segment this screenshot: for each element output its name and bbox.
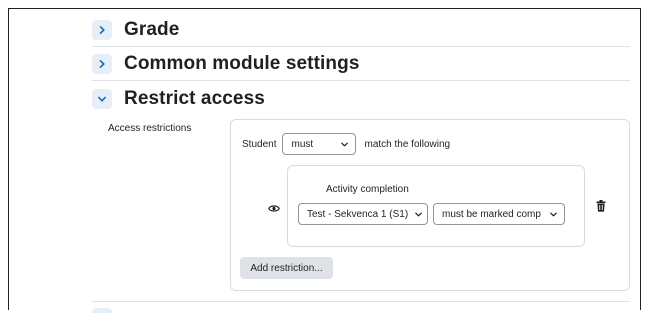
add-restriction-button[interactable]: Add restriction... <box>240 257 333 279</box>
chevron-right-icon[interactable] <box>92 308 112 313</box>
trash-icon[interactable] <box>596 199 606 217</box>
completion-state-select[interactable]: must be marked comp <box>433 203 565 225</box>
completion-state-value: must be marked comp <box>442 208 541 220</box>
section-title-common[interactable]: Common module settings <box>124 53 360 75</box>
section-title-grade[interactable]: Grade <box>124 19 179 41</box>
section-divider <box>92 301 630 302</box>
match-following-text: match the following <box>364 138 451 150</box>
chevron-down-icon <box>341 142 349 146</box>
restriction-header-row: Student must match the following <box>242 132 450 156</box>
section-restrict-access[interactable]: Restrict access <box>92 82 630 116</box>
must-select-value: must <box>291 138 314 150</box>
access-restrictions-label: Access restrictions <box>108 123 192 134</box>
section-common-module-settings[interactable]: Common module settings <box>92 47 630 81</box>
chevron-down-icon <box>550 212 557 216</box>
section-title-restrict[interactable]: Restrict access <box>124 88 265 110</box>
student-text: Student <box>242 138 277 150</box>
activity-select-value: Test - Sekvenca 1 (S1) <box>307 208 409 220</box>
chevron-right-icon[interactable] <box>92 19 112 40</box>
chevron-down-icon[interactable] <box>92 89 112 109</box>
must-select[interactable]: must <box>282 133 357 155</box>
chevron-right-icon[interactable] <box>92 53 112 74</box>
chevron-down-icon <box>415 212 422 216</box>
section-grade[interactable]: Grade <box>92 13 630 47</box>
activity-select[interactable]: Test - Sekvenca 1 (S1) <box>298 203 428 225</box>
eye-icon[interactable] <box>268 200 280 218</box>
activity-completion-label: Activity completion <box>326 184 409 195</box>
